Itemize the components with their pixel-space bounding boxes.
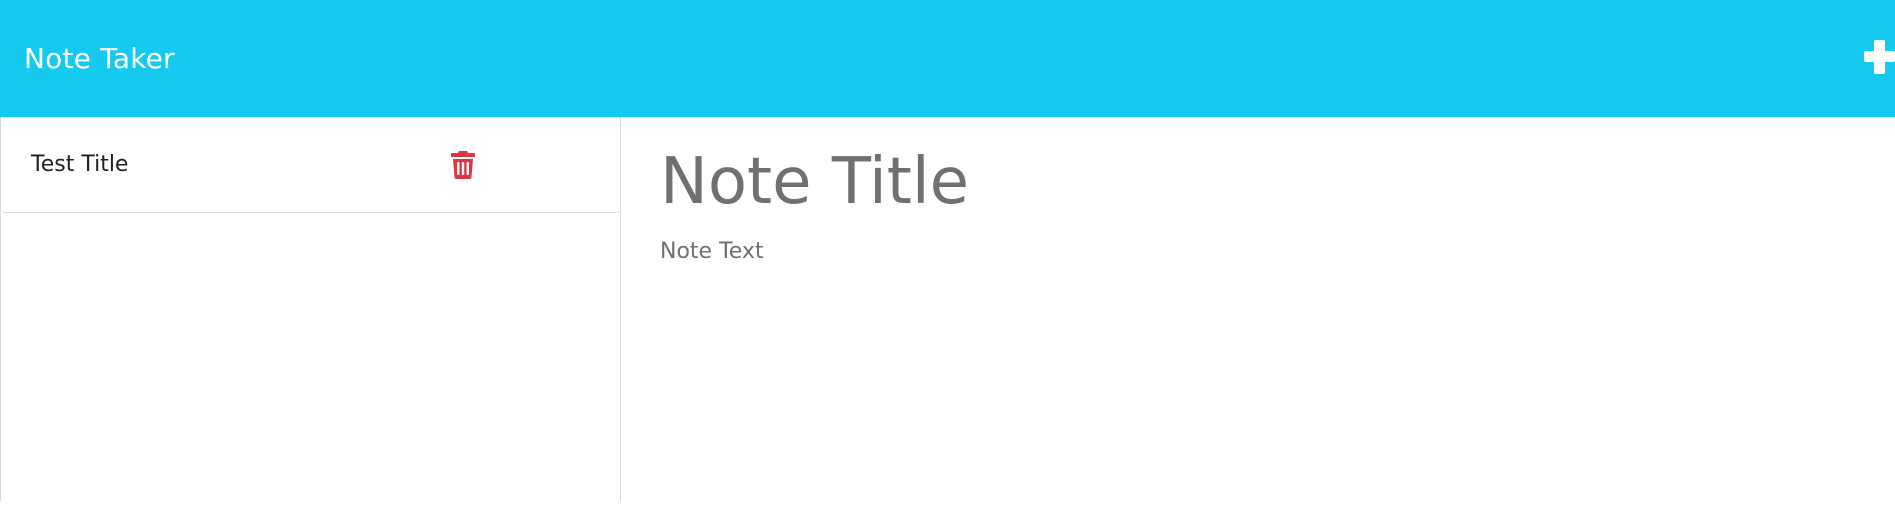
note-text-input[interactable] — [660, 237, 1810, 477]
plus-icon — [1864, 40, 1895, 74]
trash-icon — [451, 151, 475, 179]
note-list-item[interactable]: Test Title — [1, 117, 621, 213]
navbar: Note Taker — [0, 0, 1895, 117]
brand-title[interactable]: Note Taker — [24, 40, 175, 78]
note-editor — [621, 117, 1895, 501]
note-title-input[interactable] — [660, 137, 1760, 227]
note-list-item-title: Test Title — [31, 152, 129, 177]
notes-sidebar: Test Title — [0, 117, 621, 501]
new-note-button[interactable] — [1864, 38, 1895, 76]
delete-note-button[interactable] — [451, 151, 475, 179]
